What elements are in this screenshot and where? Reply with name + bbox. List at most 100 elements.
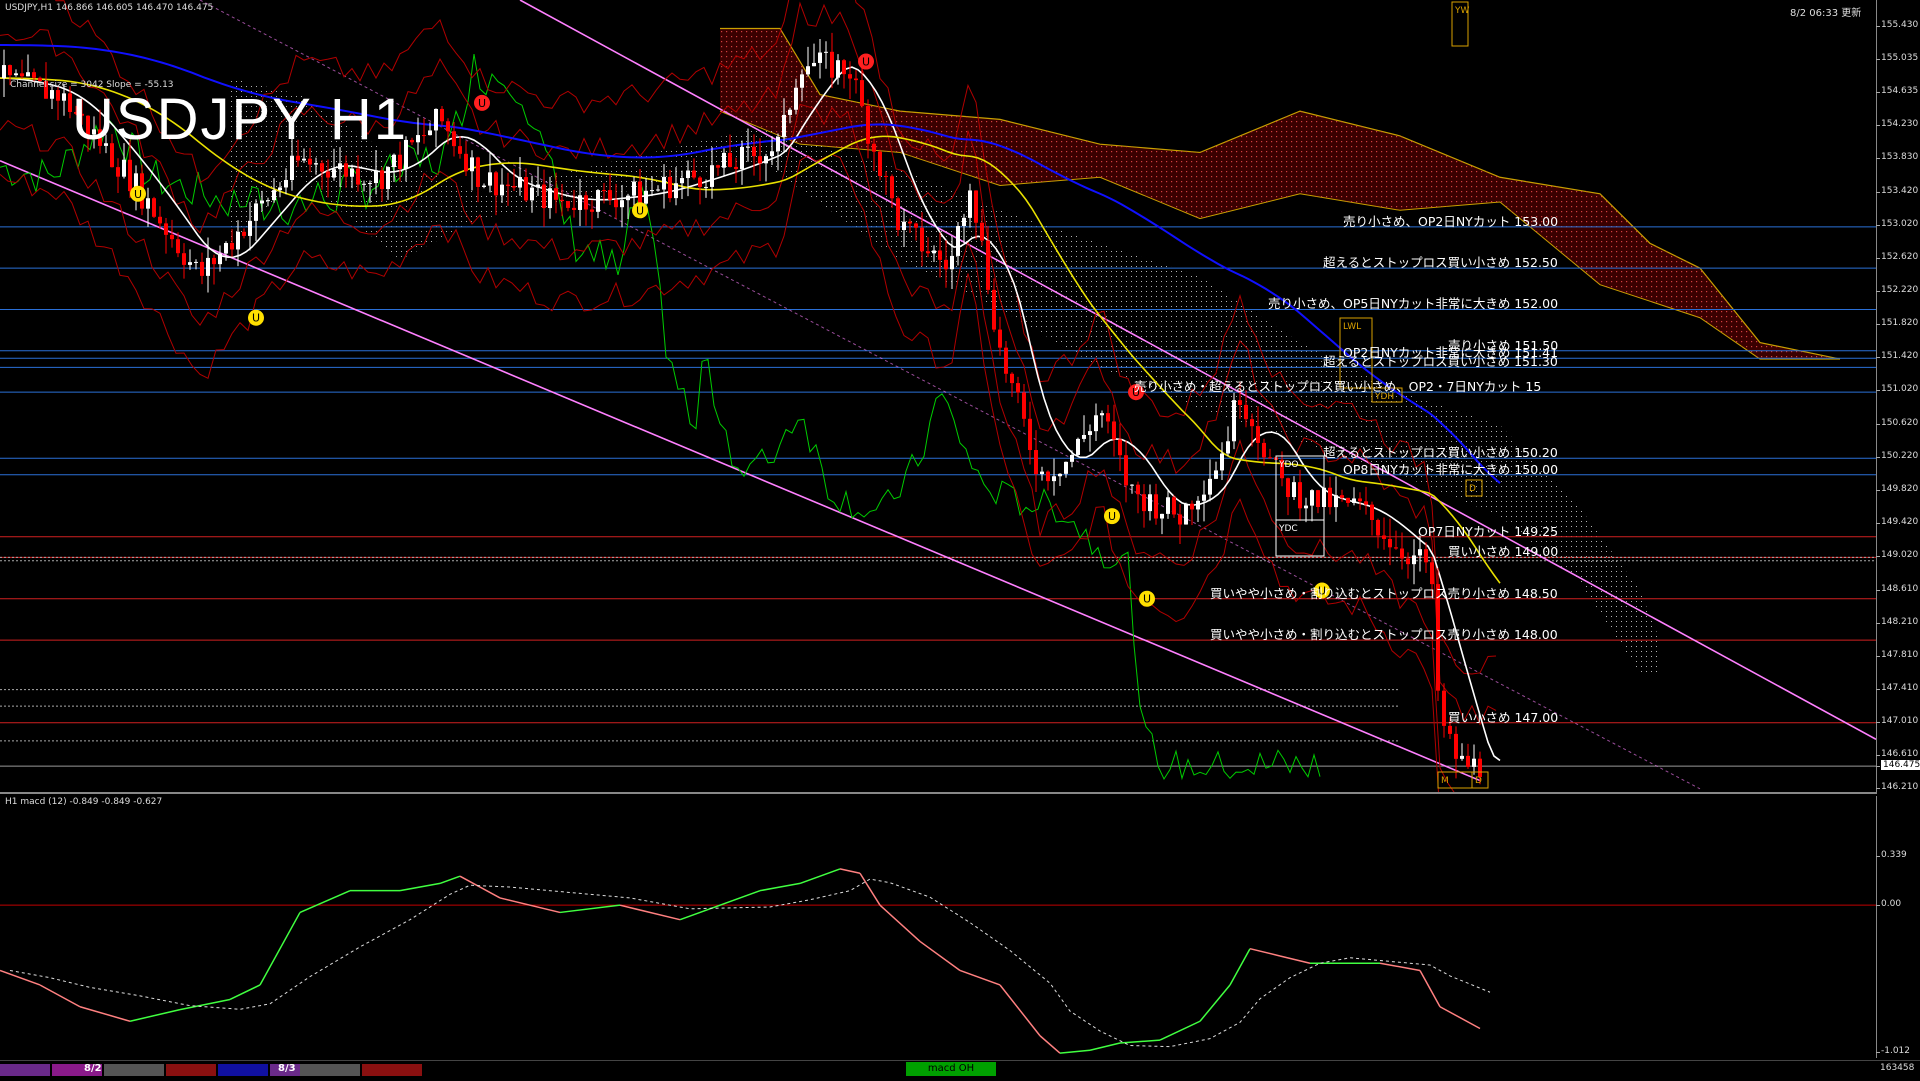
candle-body (1124, 455, 1128, 486)
candle-body (1304, 505, 1308, 509)
candle-body (62, 93, 66, 101)
candle-body (1190, 503, 1194, 510)
candle-body (338, 163, 342, 170)
candle-body (1148, 494, 1152, 512)
candle-body (1094, 415, 1098, 432)
candle-body (1238, 400, 1242, 405)
candle-body (800, 74, 804, 88)
candle-body (1202, 494, 1206, 501)
candle-body (326, 171, 330, 178)
candle-body (554, 188, 558, 200)
candle-body (440, 108, 444, 122)
candle-body (314, 163, 318, 165)
candle-body (968, 190, 972, 218)
candle-body (1142, 494, 1146, 512)
fractal-marker: U (248, 309, 264, 326)
price-axis-label: 148.210 (1875, 616, 1919, 627)
candle-body (836, 60, 840, 78)
candle-body (428, 130, 432, 136)
candle-body (422, 135, 426, 137)
candle-body (1226, 441, 1230, 454)
candle-body (1358, 498, 1362, 502)
macd-axis-label: 0.00 (1875, 899, 1902, 910)
candle-body (950, 255, 954, 270)
candle-body (1346, 497, 1350, 503)
candle-body (1004, 347, 1008, 374)
macd-pane[interactable] (0, 796, 1876, 1058)
price-axis-label: 151.020 (1875, 384, 1919, 395)
candle-body (1442, 690, 1446, 726)
price-axis-label: 146.475 (1875, 760, 1920, 771)
candle-body (740, 146, 744, 169)
candle-body (344, 163, 348, 177)
candle-body (1058, 473, 1062, 477)
candle-body (248, 220, 252, 236)
macd-line-segment (439, 875, 461, 885)
price-axis-label: 153.020 (1875, 219, 1919, 230)
candle-body (1424, 549, 1428, 563)
macd-line-segment (999, 984, 1041, 1037)
candle-body (656, 189, 660, 191)
candle-body (1196, 500, 1200, 510)
candle-body (158, 216, 162, 224)
price-axis-label: 151.820 (1875, 318, 1919, 329)
price-axis[interactable]: 155.430 155.035 154.635 154.230 153.830 153.4… (1875, 0, 1920, 794)
candle-body (1448, 725, 1452, 734)
macd-signal-line (9, 878, 1491, 1048)
updated-time: 8/2 06:33 更新 (1790, 8, 1862, 19)
svg-text:U: U (252, 312, 260, 325)
ydo-box-text: YDO (1278, 460, 1299, 470)
macd-line-segment (1119, 1039, 1161, 1044)
macd-line-segment (799, 868, 841, 885)
candle-body (494, 172, 498, 196)
candle-body (194, 261, 198, 263)
price-axis-label: 149.420 (1875, 516, 1919, 527)
candle-body (1256, 426, 1260, 443)
candle-body (1154, 494, 1158, 519)
macd-line-segment (1439, 1006, 1481, 1030)
candle-body (500, 184, 504, 196)
level-label: 超えるとストップロス買い小さめ 152.50 (1323, 255, 1558, 271)
candle-body (1466, 755, 1470, 767)
candle-body (752, 146, 756, 157)
candle-body (938, 250, 942, 260)
candle-body (434, 108, 438, 131)
candle-body (410, 139, 414, 143)
macd-line-segment (1229, 948, 1251, 986)
candle-body (398, 154, 402, 169)
macd-svg[interactable] (0, 796, 1876, 1058)
candle-body (542, 184, 546, 209)
macd-tab[interactable]: macd OH (906, 1062, 996, 1076)
bottom-right-value: 163458 (1880, 1063, 1915, 1073)
candle-body (380, 170, 384, 190)
candle-body (824, 51, 828, 53)
candle-body (704, 186, 708, 188)
candle-body (848, 74, 852, 79)
candle-body (1220, 453, 1224, 471)
candle-body (782, 114, 786, 137)
candle-body (866, 105, 870, 144)
candle-body (1022, 392, 1026, 419)
candle-body (638, 181, 642, 204)
candle-body (386, 167, 390, 190)
macd-line-segment (859, 872, 881, 906)
candle-body (986, 240, 990, 290)
candle-body (1394, 547, 1398, 549)
candle-body (356, 168, 360, 185)
chart-header: USDJPY,H1 146.866 146.605 146.470 146.47… (5, 3, 214, 13)
candle-body (878, 151, 882, 176)
candle-body (212, 257, 216, 265)
level-label: 買い小さめ 149.00 (1448, 544, 1559, 560)
candle-body (902, 221, 906, 231)
candle-body (536, 184, 540, 188)
price-axis-label: 155.430 (1875, 20, 1919, 30)
macd-line-segment (1059, 1049, 1091, 1054)
macd-line-segment (229, 984, 261, 1001)
candle-body (1010, 373, 1014, 384)
macd-axis[interactable]: 0.339 0.00 -1.012 (1875, 796, 1920, 1058)
candle-body (290, 155, 294, 180)
period-segment (218, 1064, 268, 1076)
price-axis-label: 154.230 (1875, 119, 1919, 130)
candle-body (818, 52, 822, 63)
level-label: 買い小さめ 147.00 (1448, 709, 1559, 725)
